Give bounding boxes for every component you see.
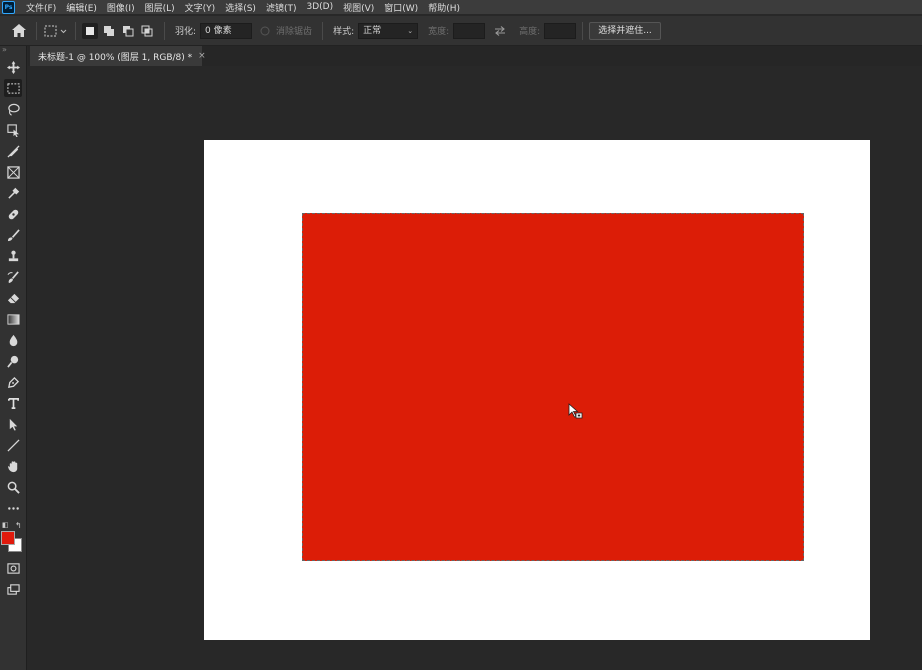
blur-tool-icon[interactable] [4, 331, 22, 349]
close-icon[interactable]: × [198, 51, 206, 61]
divider [75, 21, 76, 40]
menu-filter[interactable]: 滤镜(T) [261, 1, 302, 14]
healing-brush-tool-icon[interactable] [4, 205, 22, 223]
gradient-tool-icon[interactable] [4, 310, 22, 328]
home-icon[interactable] [8, 22, 30, 40]
feather-label: 羽化: [175, 27, 197, 37]
document-tab[interactable]: 未标题-1 @ 100% (图层 1, RGB/8) * × [30, 46, 206, 66]
pen-tool-icon[interactable] [4, 373, 22, 391]
menu-view[interactable]: 视图(V) [338, 1, 379, 14]
crop-tool-icon[interactable] [4, 142, 22, 160]
antialias-checkbox[interactable] [258, 22, 272, 40]
divider [322, 21, 324, 40]
document-tab-title: 未标题-1 @ 100% (图层 1, RGB/8) * [38, 52, 193, 63]
height-input[interactable] [544, 22, 577, 39]
new-selection-icon[interactable] [82, 22, 98, 39]
menu-edit[interactable]: 编辑(E) [61, 1, 102, 14]
divider [36, 21, 37, 40]
antialias-label: 消除锯齿 [276, 27, 313, 37]
foreground-color-swatch[interactable] [1, 531, 15, 545]
stamp-tool-icon[interactable] [4, 247, 22, 265]
select-and-mask-button[interactable]: 选择并遮住... [589, 21, 661, 40]
menu-image[interactable]: 图像(I) [102, 1, 140, 14]
menu-layer[interactable]: 图层(L) [140, 1, 180, 14]
add-to-selection-icon[interactable] [101, 23, 117, 39]
frame-tool-icon[interactable] [4, 163, 22, 181]
photoshop-logo-icon: Ps [2, 0, 15, 14]
screen-mode-icon[interactable] [4, 580, 22, 598]
line-tool-icon[interactable] [4, 436, 22, 454]
more-tools-icon[interactable] [4, 499, 22, 517]
chevron-down-icon: ⌄ [407, 26, 414, 35]
divider [582, 21, 584, 40]
menu-window[interactable]: 窗口(W) [379, 1, 423, 14]
document-canvas[interactable] [204, 140, 870, 640]
path-select-tool-icon[interactable] [4, 415, 22, 433]
filled-selection[interactable] [302, 213, 804, 561]
width-label: 宽度: [428, 27, 450, 37]
dodge-tool-icon[interactable] [4, 352, 22, 370]
default-colors-icon[interactable]: ◧ [2, 521, 9, 529]
swap-dimensions-icon[interactable] [489, 22, 511, 40]
history-brush-tool-icon[interactable] [4, 268, 22, 286]
style-label: 样式: [333, 27, 355, 37]
menu-3d[interactable]: 3D(D) [301, 2, 338, 12]
lasso-tool-icon[interactable] [4, 100, 22, 118]
style-select[interactable]: 正常 ⌄ [358, 22, 419, 39]
height-label: 高度: [519, 27, 541, 37]
options-bar: 羽化: 0 像素 消除锯齿 样式: 正常 ⌄ 宽度: 高度: 选择并遮住... [0, 16, 922, 46]
menu-select[interactable]: 选择(S) [220, 1, 261, 14]
move-tool-icon[interactable] [4, 58, 22, 76]
eyedropper-tool-icon[interactable] [4, 184, 22, 202]
divider [164, 21, 165, 40]
tools-panel: » ◧ ↰ [0, 46, 27, 670]
swap-colors-icon[interactable]: ↰ [15, 521, 22, 530]
object-select-tool-icon[interactable] [4, 121, 22, 139]
color-swatches: ◧ ↰ [0, 521, 26, 553]
document-tab-bar: 未标题-1 @ 100% (图层 1, RGB/8) * × [28, 46, 922, 66]
cursor-add-selection-icon [568, 403, 583, 419]
panel-grip-icon[interactable]: » [0, 46, 26, 56]
zoom-tool-icon[interactable] [4, 478, 22, 496]
brush-tool-icon[interactable] [4, 226, 22, 244]
hand-tool-icon[interactable] [4, 457, 22, 475]
menu-type[interactable]: 文字(Y) [180, 1, 221, 14]
subtract-from-selection-icon[interactable] [120, 23, 136, 39]
menu-file[interactable]: 文件(F) [21, 1, 61, 14]
feather-input[interactable]: 0 像素 [200, 22, 253, 39]
style-select-value: 正常 [363, 25, 382, 36]
width-input[interactable] [453, 22, 486, 39]
quick-mask-icon[interactable] [4, 559, 22, 577]
marquee-tool-icon[interactable] [4, 79, 22, 97]
marquee-preset-icon[interactable] [43, 22, 69, 40]
menu-help[interactable]: 帮助(H) [423, 1, 465, 14]
type-tool-icon[interactable] [4, 394, 22, 412]
menu-bar: Ps 文件(F) 编辑(E) 图像(I) 图层(L) 文字(Y) 选择(S) 滤… [0, 0, 922, 14]
intersect-selection-icon[interactable] [139, 23, 155, 39]
eraser-tool-icon[interactable] [4, 289, 22, 307]
